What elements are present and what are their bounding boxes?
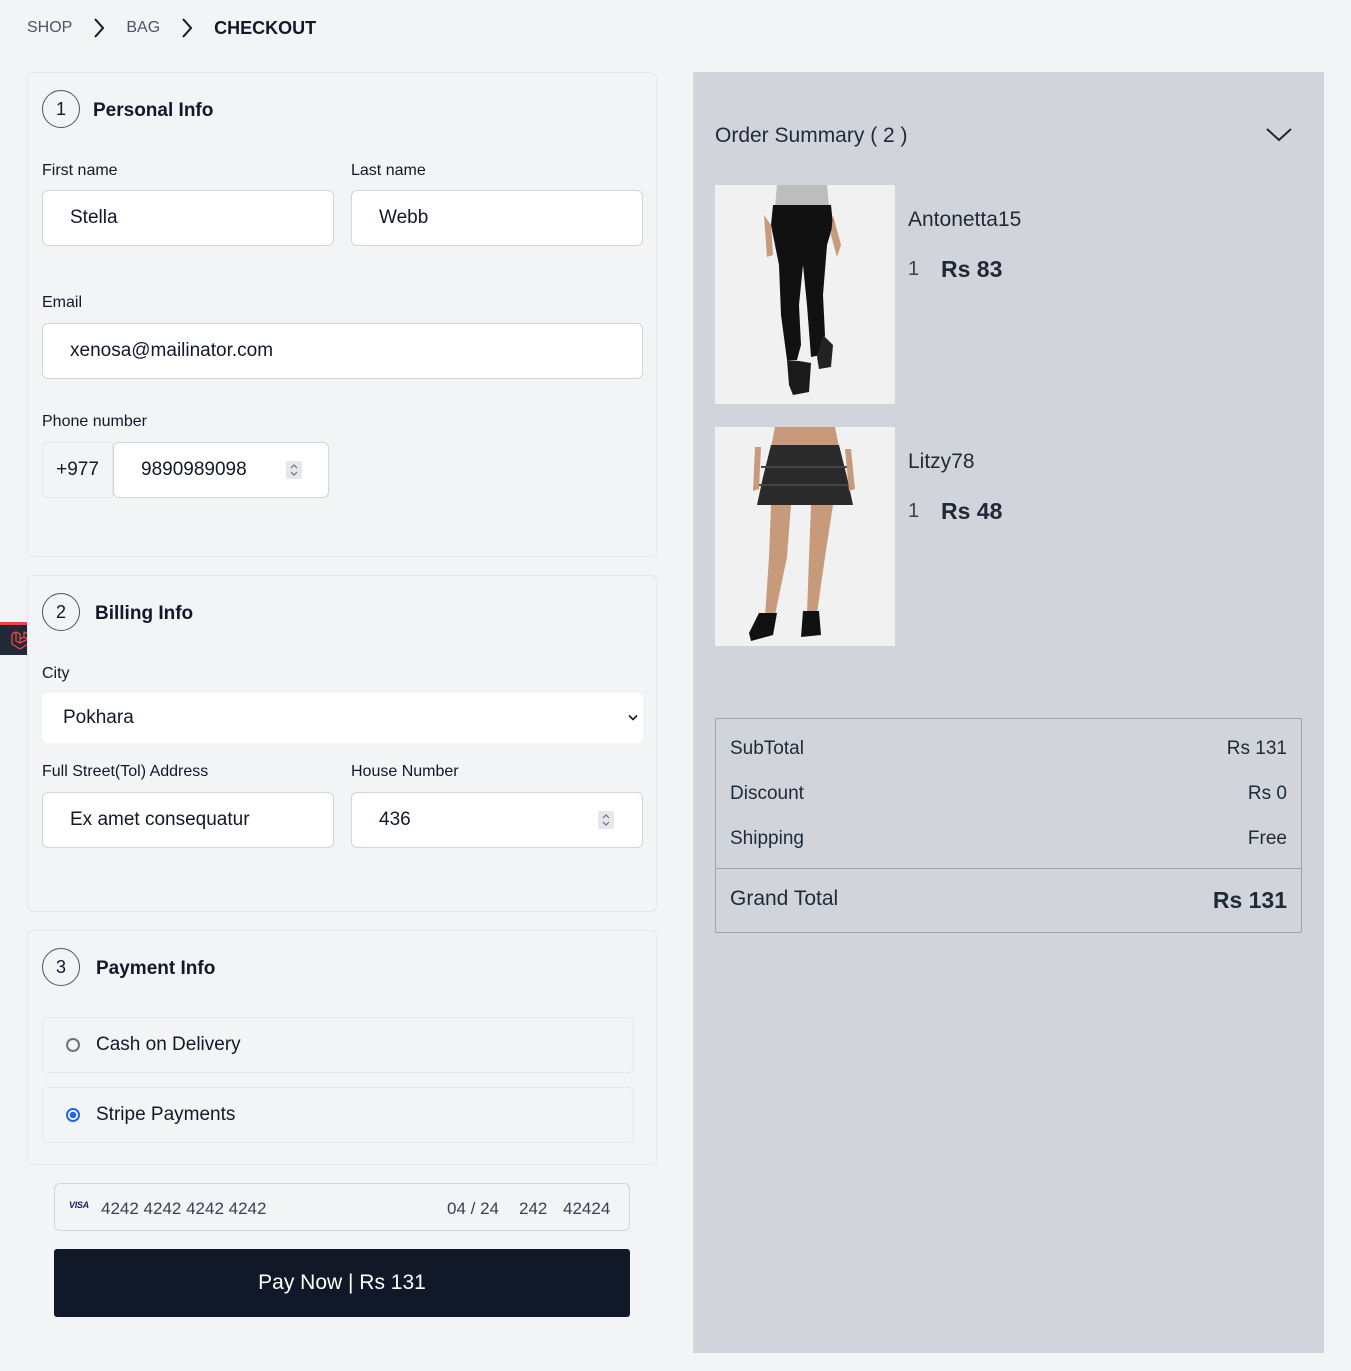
subtotal-label: SubTotal	[730, 738, 804, 759]
totals-divider	[716, 868, 1301, 869]
product-image-leggings[interactable]	[715, 185, 895, 404]
personal-info-section: 1 Personal Info First name Stella Last n…	[27, 72, 657, 557]
visa-icon: VISA	[69, 1200, 89, 1210]
payment-option-label: Stripe Payments	[96, 1104, 236, 1125]
email-field[interactable]: xenosa@mailinator.com	[42, 323, 643, 379]
city-label: City	[42, 665, 70, 682]
radio-icon[interactable]	[66, 1038, 80, 1052]
first-name-label: First name	[42, 162, 118, 179]
city-select[interactable]: Pokhara	[42, 693, 643, 743]
payment-option-stripe[interactable]: Stripe Payments	[42, 1087, 634, 1143]
grand-total-value: Rs 131	[1212, 887, 1287, 913]
order-totals: SubTotal Rs 131 Discount Rs 0 Shipping F…	[715, 718, 1302, 933]
phone-value: 9890989098	[141, 459, 247, 480]
street-label: Full Street(Tol) Address	[42, 763, 209, 780]
grand-total-label: Grand Total	[730, 887, 839, 910]
house-number-field[interactable]: 436	[351, 792, 643, 848]
payment-info-section: 3 Payment Info Cash on Delivery Stripe P…	[27, 930, 657, 1165]
house-number-value: 436	[379, 809, 411, 830]
product-name[interactable]: Antonetta15	[908, 208, 1021, 232]
radio-selected-icon[interactable]	[66, 1108, 80, 1122]
step-badge-2: 2	[42, 593, 80, 631]
discount-value: Rs 0	[1247, 783, 1287, 804]
chevron-right-icon	[72, 14, 126, 42]
product-quantity: 1	[908, 500, 920, 522]
shipping-value: Free	[1247, 828, 1287, 849]
discount-row: Discount Rs 0	[730, 783, 1287, 805]
number-stepper-icon[interactable]	[598, 811, 614, 829]
product-image-skirt[interactable]	[715, 427, 895, 646]
step-badge-3: 3	[42, 948, 80, 986]
first-name-value: Stella	[70, 207, 118, 228]
chevron-right-icon	[160, 14, 214, 42]
discount-label: Discount	[730, 783, 804, 804]
breadcrumb-checkout: CHECKOUT	[214, 17, 317, 38]
subtotal-value: Rs 131	[1226, 738, 1287, 759]
card-cvc[interactable]: 242	[519, 1199, 547, 1219]
product-price: Rs 83	[941, 256, 1003, 282]
number-stepper-icon[interactable]	[286, 461, 302, 479]
billing-info-title: Billing Info	[95, 603, 194, 624]
order-summary-title: Order Summary ( 2 )	[715, 124, 908, 147]
last-name-label: Last name	[351, 162, 426, 179]
grand-total-row: Grand Total Rs 131	[730, 887, 1287, 914]
subtotal-row: SubTotal Rs 131	[730, 738, 1287, 760]
product-price: Rs 48	[941, 498, 1003, 524]
phone-field[interactable]: 9890989098	[113, 442, 329, 498]
phone-label: Phone number	[42, 413, 147, 430]
pay-now-button[interactable]: Pay Now | Rs 131	[54, 1249, 630, 1317]
email-label: Email	[42, 294, 83, 311]
card-input[interactable]: VISA 4242 4242 4242 4242 04 / 24 242 424…	[54, 1183, 630, 1231]
breadcrumb: SHOP BAG CHECKOUT	[27, 14, 316, 42]
first-name-field[interactable]: Stella	[42, 190, 334, 246]
last-name-value: Webb	[379, 207, 429, 228]
breadcrumb-shop[interactable]: SHOP	[27, 19, 72, 37]
phone-country-code: +977	[42, 442, 113, 498]
city-value: Pokhara	[63, 707, 134, 728]
payment-info-title: Payment Info	[96, 958, 216, 979]
order-summary-panel: Order Summary ( 2 ) Antonetta15 1 Rs 83	[693, 72, 1324, 1353]
shipping-row: Shipping Free	[730, 828, 1287, 850]
street-field[interactable]: Ex amet consequatur	[42, 792, 334, 848]
house-number-label: House Number	[351, 763, 459, 780]
card-number[interactable]: 4242 4242 4242 4242	[101, 1199, 266, 1219]
street-value: Ex amet consequatur	[70, 809, 250, 830]
shipping-label: Shipping	[730, 828, 804, 849]
email-value: xenosa@mailinator.com	[70, 340, 274, 361]
card-zip[interactable]: 42424	[563, 1199, 610, 1219]
product-name[interactable]: Litzy78	[908, 450, 975, 474]
breadcrumb-bag[interactable]: BAG	[126, 19, 160, 37]
last-name-field[interactable]: Webb	[351, 190, 643, 246]
step-badge-1: 1	[42, 90, 80, 128]
product-quantity: 1	[908, 258, 920, 280]
card-expiry[interactable]: 04 / 24	[447, 1199, 499, 1219]
chevron-down-icon	[628, 714, 638, 721]
payment-option-label: Cash on Delivery	[96, 1034, 241, 1055]
chevron-down-icon[interactable]	[1264, 124, 1294, 146]
personal-info-title: Personal Info	[93, 100, 214, 121]
billing-info-section: 2 Billing Info City Pokhara Full Street(…	[27, 575, 657, 912]
payment-option-cod[interactable]: Cash on Delivery	[42, 1017, 634, 1073]
